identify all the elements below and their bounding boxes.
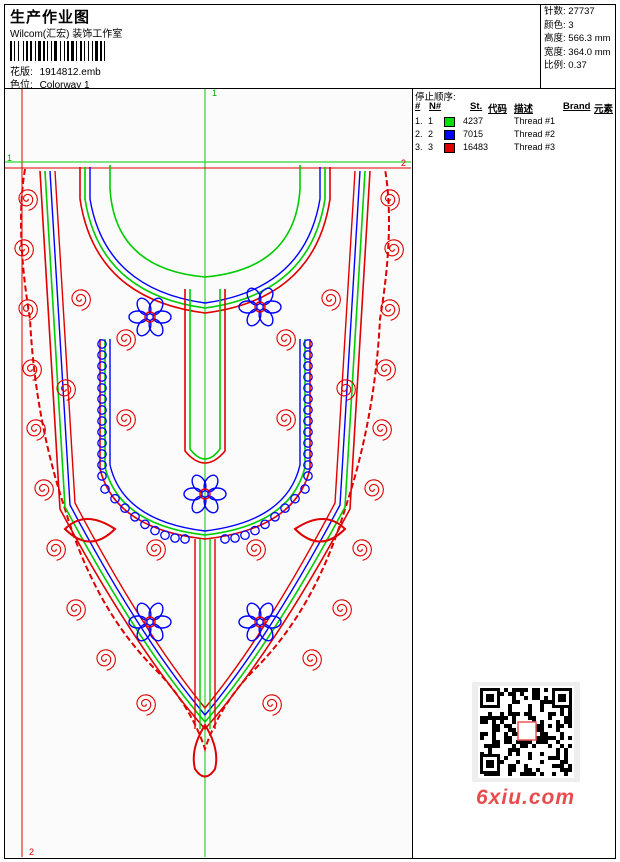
spiral-motifs bbox=[14, 189, 404, 716]
thread-row: 2. 2 7015 Thread #2 bbox=[415, 129, 556, 140]
embroidery-design: 1 1 2 2 bbox=[5, 88, 411, 857]
thread-row: 1. 1 4237 Thread #1 bbox=[415, 116, 556, 127]
header: 生产作业图 Wilcom(汇宏) 装饰工作室 花版: 1914812.emb 色… bbox=[4, 4, 616, 91]
col-code: 代码 bbox=[488, 104, 508, 115]
col-brand: Brand bbox=[563, 101, 591, 112]
flower bbox=[128, 297, 172, 337]
thread-swatch bbox=[444, 130, 455, 140]
thread-swatch bbox=[444, 143, 455, 153]
spec-colors: 颜色: 3 bbox=[544, 19, 574, 31]
spec-height: 高度: 566.3 mm bbox=[544, 33, 611, 44]
design-canvas: 1 1 2 2 bbox=[5, 88, 411, 857]
spec-stitches: 针数: 27737 bbox=[544, 6, 595, 17]
guide-mark-bottom: 2 bbox=[29, 847, 34, 857]
guide-mark-top: 1 bbox=[212, 89, 217, 98]
col-n: N# bbox=[429, 101, 442, 112]
thread-row: 3. 3 16483 Thread #3 bbox=[415, 142, 556, 153]
specs-panel: 针数: 27737 颜色: 3 高度: 566.3 mm 宽度: 364.0 m… bbox=[540, 4, 616, 89]
qr-code bbox=[472, 682, 580, 782]
guide-mark-right: 2 bbox=[401, 158, 406, 168]
spec-width: 宽度: 364.0 mm bbox=[544, 46, 611, 58]
barcode bbox=[10, 41, 105, 61]
spec-scale: 比例: 0.37 bbox=[544, 60, 587, 71]
col-desc: 描述 bbox=[514, 104, 534, 115]
col-element: 元素 bbox=[594, 104, 614, 115]
page-title: 生产作业图 bbox=[10, 9, 91, 26]
guide-mark-left: 1 bbox=[7, 153, 12, 163]
thread-swatch bbox=[444, 117, 455, 127]
col-st: St. bbox=[470, 101, 483, 112]
company-name: Wilcom(汇宏) 装饰工作室 bbox=[10, 29, 123, 40]
watermark-logo: 6xiu.com bbox=[476, 786, 576, 809]
col-index: # bbox=[415, 101, 421, 112]
